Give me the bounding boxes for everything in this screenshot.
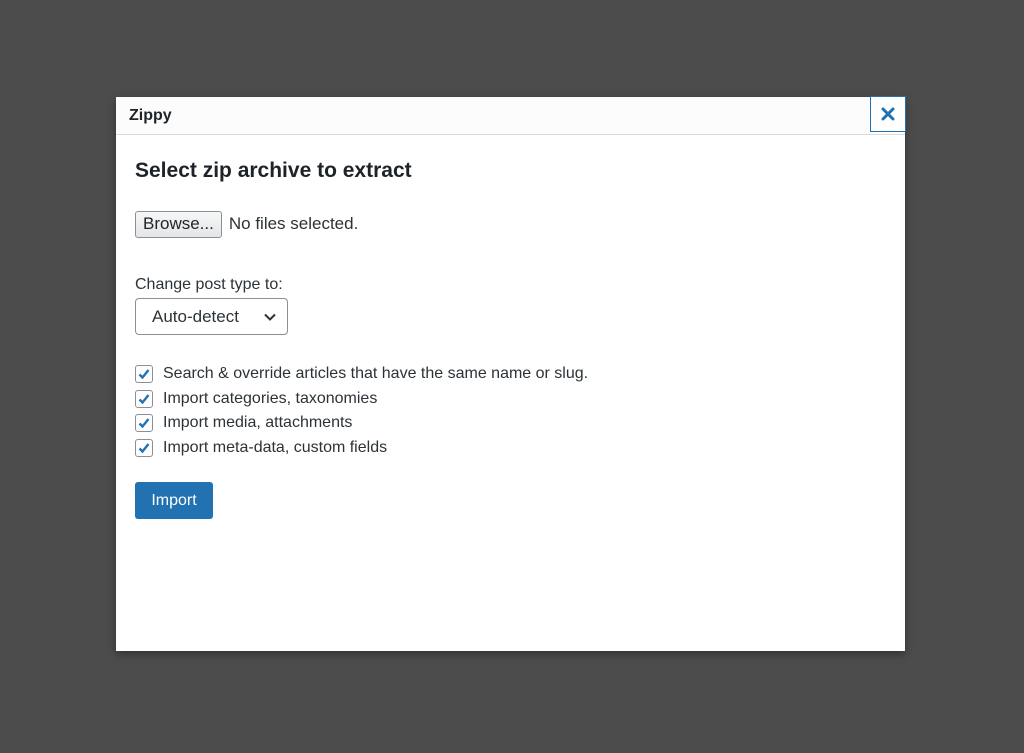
close-button[interactable]: [870, 96, 906, 132]
file-picker: Browse... No files selected.: [135, 210, 886, 238]
post-type-label: Change post type to:: [135, 276, 283, 293]
option-row-categories: Import categories, taxonomies: [135, 387, 886, 412]
close-icon: [881, 107, 895, 121]
chevron-down-icon: [264, 313, 276, 321]
dialog-heading: Select zip archive to extract: [135, 159, 412, 182]
checkmark-icon: [138, 394, 150, 405]
override-checkbox[interactable]: [135, 365, 153, 384]
option-label: Import media, attachments: [163, 414, 353, 432]
checkmark-icon: [138, 369, 150, 380]
browse-button[interactable]: Browse...: [135, 210, 222, 238]
option-label: Import meta-data, custom fields: [163, 438, 388, 456]
option-label: Search & override articles that have the…: [163, 365, 589, 383]
option-row-media: Import media, attachments: [135, 411, 886, 436]
option-row-metadata: Import meta-data, custom fields: [135, 436, 886, 461]
media-checkbox[interactable]: [135, 414, 153, 433]
checkmark-icon: [138, 418, 150, 429]
metadata-checkbox[interactable]: [135, 438, 153, 457]
zippy-dialog: Zippy Select zip archive to extract Brow…: [116, 96, 906, 651]
dialog-titlebar: Zippy: [116, 96, 906, 135]
post-type-selected: Auto-detect: [152, 306, 239, 326]
option-row-override: Search & override articles that have the…: [135, 362, 886, 387]
import-options: Search & override articles that have the…: [135, 362, 886, 460]
post-type-select[interactable]: Auto-detect: [135, 298, 288, 335]
option-label: Import categories, taxonomies: [163, 389, 378, 407]
dialog-title: Zippy: [129, 107, 172, 124]
checkmark-icon: [138, 443, 150, 454]
import-button[interactable]: Import: [135, 482, 213, 519]
dialog-content: Select zip archive to extract Browse... …: [135, 159, 886, 519]
file-status: No files selected.: [228, 214, 359, 233]
categories-checkbox[interactable]: [135, 389, 153, 408]
